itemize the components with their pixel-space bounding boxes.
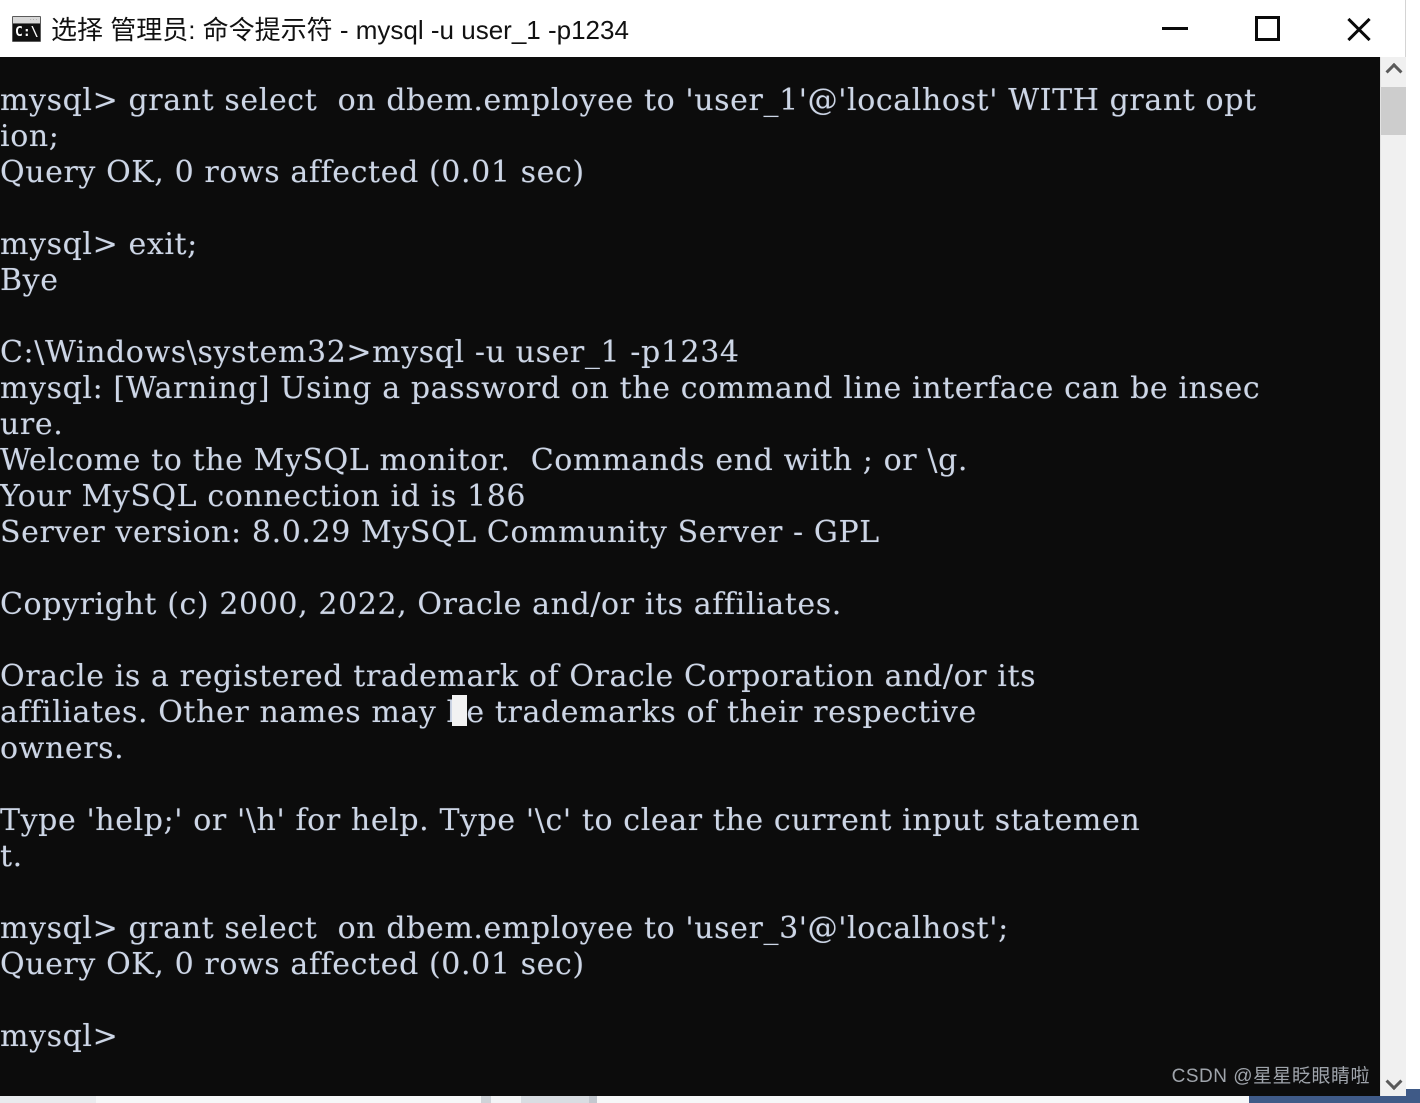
cmd-icon-titlebar-strip: ··· bbox=[13, 16, 40, 24]
vertical-scrollbar[interactable] bbox=[1380, 57, 1406, 1096]
chevron-up-icon bbox=[1385, 62, 1402, 80]
desktop-background: mysql> grant select on dbem.employee to … bbox=[0, 0, 1420, 1103]
cmd-icon-prompt-glyph: C:\. bbox=[13, 23, 40, 41]
scroll-up-button[interactable] bbox=[1381, 57, 1406, 83]
cmd-icon-dots: ··· bbox=[30, 16, 38, 23]
window-control-buttons bbox=[1129, 0, 1405, 57]
minimize-icon bbox=[1162, 27, 1188, 30]
chevron-down-icon bbox=[1385, 1073, 1402, 1091]
command-prompt-window: ··· C:\. 选择 管理员: 命令提示符 - mysql -u user_1… bbox=[0, 0, 1406, 1096]
window-titlebar[interactable]: ··· C:\. 选择 管理员: 命令提示符 - mysql -u user_1… bbox=[0, 0, 1405, 58]
close-button[interactable] bbox=[1313, 0, 1405, 57]
console-body: mysql> grant select on dbem.employee to … bbox=[0, 57, 1406, 1096]
terminal-screen[interactable]: mysql> grant select on dbem.employee to … bbox=[0, 57, 1380, 1096]
close-icon bbox=[1344, 14, 1374, 44]
minimize-button[interactable] bbox=[1129, 0, 1221, 57]
cmd-console-icon: ··· C:\. bbox=[12, 15, 41, 42]
maximize-icon bbox=[1254, 16, 1280, 41]
scrollbar-thumb[interactable] bbox=[1381, 87, 1406, 135]
csdn-watermark: CSDN @星星眨眼睛啦 bbox=[1171, 1066, 1370, 1087]
terminal-output-text: mysql> grant select on dbem.employee to … bbox=[0, 83, 1261, 1054]
scroll-down-button[interactable] bbox=[1381, 1070, 1406, 1096]
mouse-ibeam-cursor bbox=[452, 695, 467, 726]
window-title: 选择 管理员: 命令提示符 - mysql -u user_1 -p1234 bbox=[51, 15, 629, 45]
maximize-button[interactable] bbox=[1221, 0, 1313, 57]
